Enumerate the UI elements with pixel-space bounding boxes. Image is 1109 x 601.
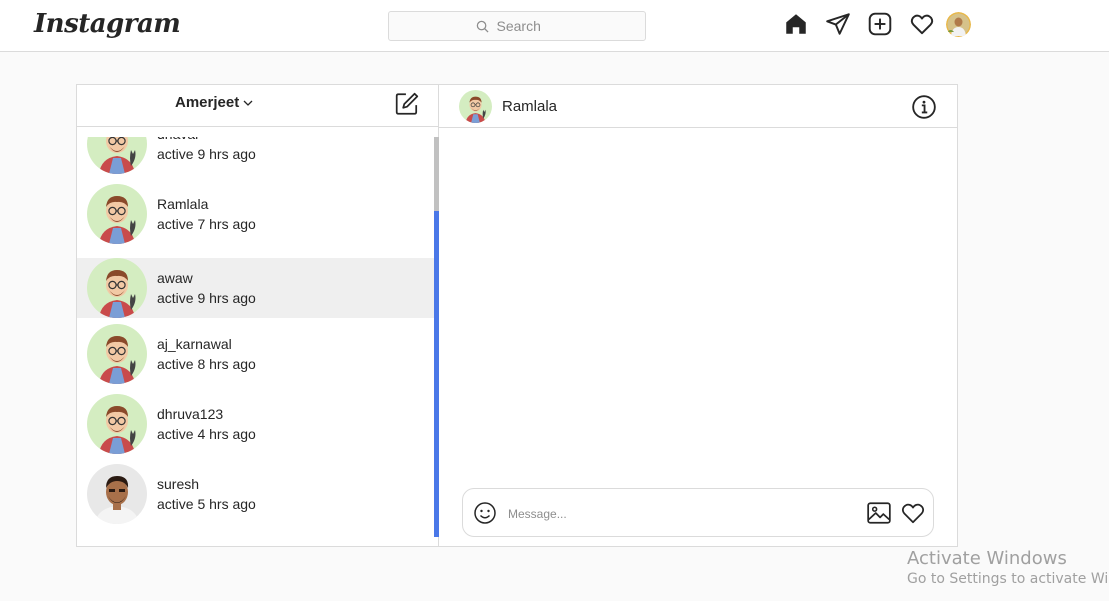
new-post-icon[interactable] bbox=[867, 11, 893, 37]
emoji-icon[interactable] bbox=[473, 501, 497, 525]
search-icon bbox=[476, 20, 489, 33]
conversation-header: Amerjeet bbox=[77, 85, 438, 127]
avatar bbox=[87, 184, 147, 244]
chevron-down-icon bbox=[243, 100, 253, 106]
search-box[interactable] bbox=[388, 11, 646, 41]
new-message-icon[interactable] bbox=[394, 91, 420, 117]
home-icon[interactable] bbox=[783, 11, 809, 37]
chat-partner-avatar[interactable] bbox=[459, 90, 492, 123]
image-icon[interactable] bbox=[866, 500, 892, 526]
conversation-row[interactable]: suresh active 5 hrs ago bbox=[77, 464, 434, 524]
search-input[interactable] bbox=[494, 17, 559, 35]
watermark-title: Activate Windows bbox=[907, 548, 1067, 569]
avatar bbox=[87, 464, 147, 524]
watermark-subtitle: Go to Settings to activate Windows. bbox=[907, 571, 1109, 587]
account-switcher[interactable]: Amerjeet bbox=[175, 94, 254, 111]
conversation-name: awaw bbox=[157, 270, 193, 286]
conversation-row-selected[interactable]: awaw active 9 hrs ago bbox=[77, 258, 434, 318]
avatar bbox=[87, 258, 147, 318]
account-name: Amerjeet bbox=[175, 94, 240, 111]
conversation-row[interactable]: dhaval active 9 hrs ago bbox=[77, 137, 434, 174]
conversation-status: active 9 hrs ago bbox=[157, 146, 256, 162]
direct-message-icon[interactable] bbox=[825, 11, 851, 37]
conversation-status: active 7 hrs ago bbox=[157, 216, 256, 232]
message-input[interactable] bbox=[506, 503, 810, 525]
conversation-row[interactable]: dhruva123 active 4 hrs ago bbox=[77, 394, 434, 454]
conversation-row[interactable]: aj_karnawal active 8 hrs ago bbox=[77, 324, 434, 384]
conversation-list[interactable]: dhaval active 9 hrs ago Ramlala active 7… bbox=[77, 137, 434, 547]
activity-heart-icon[interactable] bbox=[909, 11, 935, 37]
conversation-status: active 9 hrs ago bbox=[157, 290, 256, 306]
avatar bbox=[87, 137, 147, 174]
conversation-name: suresh bbox=[157, 476, 200, 492]
windows-activation-watermark: Activate Windows Go to Settings to activ… bbox=[907, 548, 1109, 587]
conversation-status: active 5 hrs ago bbox=[157, 496, 256, 512]
info-icon[interactable] bbox=[911, 94, 937, 120]
conversation-pane: Amerjeet dhaval active 9 hrs ago Ramlala… bbox=[76, 84, 439, 547]
profile-avatar[interactable] bbox=[946, 12, 971, 37]
like-heart-icon[interactable] bbox=[900, 500, 926, 526]
conversation-name: aj_karnawal bbox=[157, 336, 232, 352]
inbox: Amerjeet dhaval active 9 hrs ago Ramlala… bbox=[76, 84, 958, 547]
instagram-logo[interactable]: Instagram bbox=[34, 9, 181, 39]
avatar bbox=[87, 324, 147, 384]
conversation-name: Ramlala bbox=[157, 196, 209, 212]
conversation-name: dhaval bbox=[157, 137, 198, 142]
conversation-name: dhruva123 bbox=[157, 406, 224, 422]
chat-pane: Ramlala bbox=[439, 84, 958, 547]
message-composer bbox=[462, 488, 934, 537]
conversation-row[interactable]: Ramlala active 7 hrs ago bbox=[77, 184, 434, 244]
conversation-status: active 4 hrs ago bbox=[157, 426, 256, 442]
avatar bbox=[87, 394, 147, 454]
top-nav: Instagram bbox=[0, 0, 1109, 52]
chat-partner-name[interactable]: Ramlala bbox=[502, 98, 557, 115]
chat-header: Ramlala bbox=[439, 85, 957, 128]
conversation-status: active 8 hrs ago bbox=[157, 356, 256, 372]
